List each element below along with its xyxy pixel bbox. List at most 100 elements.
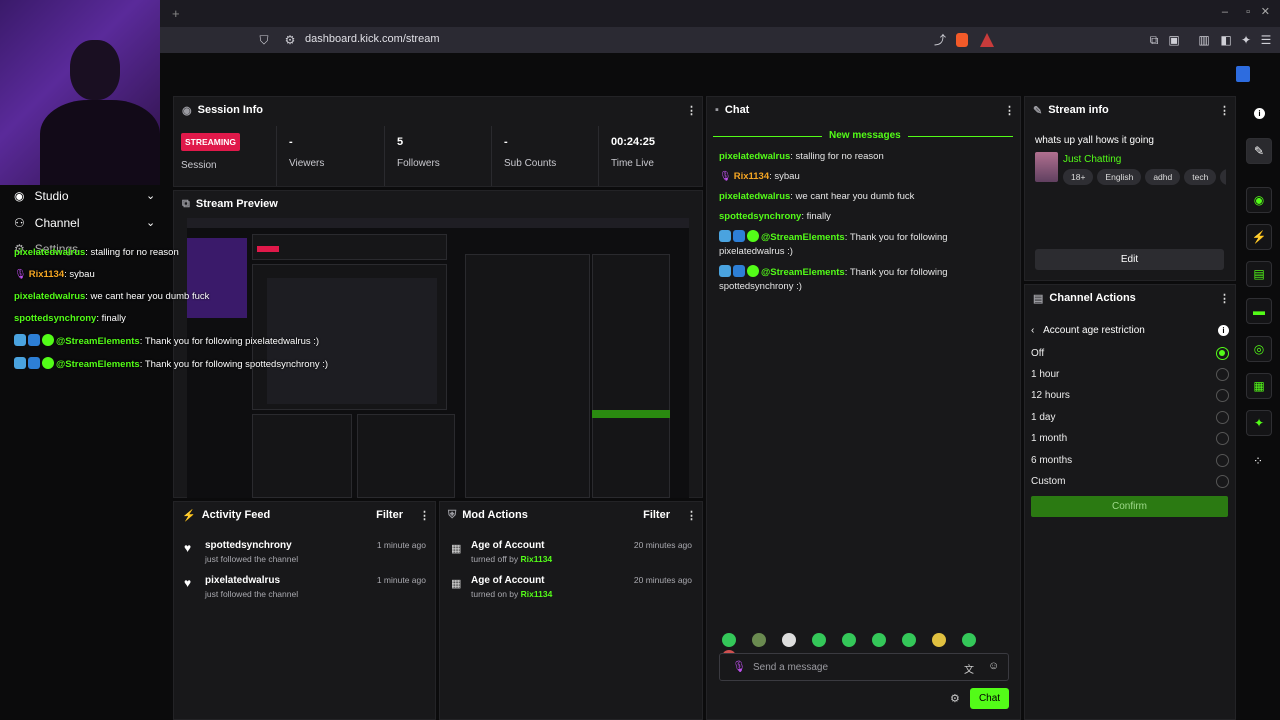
browser-tab-bar: + – ▫ ✕ <box>160 0 1280 27</box>
kick-extension-icon[interactable] <box>1236 66 1250 82</box>
emote-icon[interactable] <box>722 633 736 647</box>
chat-message: @StreamElements: Thank you for following… <box>719 265 948 292</box>
bookmark-icon[interactable]: ⛉ <box>256 31 272 49</box>
emote-icon[interactable] <box>902 633 916 647</box>
category-thumbnail[interactable] <box>1035 152 1058 182</box>
camera-icon: ◉ <box>1253 193 1265 207</box>
overlay-chat-message: spottedsynchrony: finally <box>14 313 126 324</box>
broadcast-icon: ◎ <box>1253 342 1265 356</box>
info-icon: ◉ <box>182 104 192 117</box>
chevron-down-icon[interactable]: ⌄ <box>146 189 155 202</box>
confirm-button[interactable]: Confirm <box>1031 496 1228 517</box>
chat-input-box[interactable]: 🎙 Send a message 文 ☺ <box>719 653 1009 681</box>
channel-menu-item[interactable]: ⚇ Channel <box>14 216 79 230</box>
info-icon[interactable]: i <box>1218 325 1229 336</box>
tag: tech <box>1184 169 1217 185</box>
filter-button[interactable]: Filter <box>643 509 670 521</box>
kebab-icon[interactable]: ⋮ <box>686 104 697 117</box>
time-live-stat: 00:24:25 Time Live <box>598 126 702 186</box>
new-tab-button[interactable]: + <box>172 6 180 21</box>
verified-badge-icon <box>747 230 759 242</box>
kebab-icon[interactable]: ⋮ <box>1219 292 1230 305</box>
close-window-icon[interactable]: ✕ <box>1261 5 1270 18</box>
tools-rail-button[interactable]: ✦ <box>1246 410 1272 436</box>
webcam-person <box>70 40 120 100</box>
edit-rail-button[interactable]: ✎ <box>1246 138 1272 164</box>
sliders-icon: ▤ <box>1033 292 1044 305</box>
radio-option-off[interactable]: Off <box>1031 343 1229 363</box>
radio-option-1-month[interactable]: 1 month <box>1031 428 1229 448</box>
panel-title: Chat <box>724 104 750 116</box>
emote-icon[interactable] <box>752 633 766 647</box>
chat-message: pixelatedwalrus: we cant hear you dumb f… <box>719 191 915 202</box>
filter-button[interactable]: Filter <box>376 509 403 521</box>
subs-stat: - Sub Counts <box>491 126 598 186</box>
heart-icon: ♥ <box>184 576 192 590</box>
apps-icon[interactable]: ⁘ <box>1253 454 1263 468</box>
emoji-icon[interactable]: ☺ <box>988 660 999 672</box>
chat-send-button[interactable]: Chat <box>970 688 1009 709</box>
notes-rail-button[interactable]: ▤ <box>1246 261 1272 287</box>
menu-icon[interactable]: ☰ <box>1258 31 1274 49</box>
radio-option-6-months[interactable]: 6 months <box>1031 450 1229 470</box>
translate-icon[interactable]: 文 <box>964 661 974 676</box>
new-messages-label[interactable]: New messages <box>822 130 908 141</box>
studio-menu-item[interactable]: ◉ Studio <box>14 189 69 203</box>
kebab-icon[interactable]: ⋮ <box>1004 104 1015 117</box>
wallet-icon[interactable]: ◧ <box>1218 31 1234 49</box>
stream-title: whats up yall hows it going <box>1035 135 1154 146</box>
calendar-icon: ▦ <box>451 578 462 590</box>
radio-option-1-day[interactable]: 1 day <box>1031 407 1229 427</box>
site-settings-icon[interactable]: ⚙ <box>282 31 298 49</box>
radio-option-1-hour[interactable]: 1 hour <box>1031 364 1229 384</box>
share-icon[interactable]: ⤴ <box>932 31 948 49</box>
minimize-icon[interactable]: – <box>1222 6 1228 18</box>
tag: com <box>1220 169 1226 185</box>
back-chevron-icon[interactable]: ‹ <box>1031 325 1034 336</box>
mic-badge-icon: 🎙 <box>719 171 732 182</box>
emote-icon[interactable] <box>842 633 856 647</box>
tag: 18+ <box>1063 169 1094 185</box>
kebab-icon[interactable]: ⋮ <box>419 509 430 522</box>
bolt-rail-button[interactable]: ⚡ <box>1246 224 1272 250</box>
radio-option-custom[interactable]: Custom <box>1031 471 1229 491</box>
screenshot-icon[interactable]: ▣ <box>1166 31 1182 49</box>
emote-icon[interactable] <box>782 633 796 647</box>
kebab-icon[interactable]: ⋮ <box>686 509 697 522</box>
sidebar-icon[interactable]: ▥ <box>1196 31 1212 49</box>
radio-option-12-hours[interactable]: 12 hours <box>1031 385 1229 405</box>
emote-bar <box>722 633 1012 664</box>
studio-menu: ◉ Studio ⌄ ⚇ Channel ⌄ ⚙ Settings <box>0 185 170 256</box>
emote-icon[interactable] <box>962 633 976 647</box>
mic-icon[interactable]: 🎙 <box>732 660 746 673</box>
brave-rewards-icon[interactable] <box>980 33 994 47</box>
wrench-icon: ✦ <box>1253 416 1265 430</box>
category-link[interactable]: Just Chatting <box>1063 154 1121 165</box>
kebab-icon[interactable]: ⋮ <box>1219 104 1230 117</box>
radio-selected[interactable] <box>1216 346 1229 360</box>
activity-feed-panel: ⚡ Activity Feed Filter ⋮ <box>173 501 436 720</box>
url-text[interactable]: dashboard.kick.com/stream <box>305 33 440 45</box>
webcam-overlay <box>0 0 160 185</box>
extensions-icon[interactable]: ⧉ <box>1146 31 1162 49</box>
chat-rail-button[interactable]: ▬ <box>1246 298 1272 324</box>
camera-rail-button[interactable]: ◉ <box>1246 187 1272 213</box>
panel-title: Stream info <box>1048 104 1109 116</box>
emote-icon[interactable] <box>812 633 826 647</box>
chat-settings-icon[interactable]: ⚙ <box>950 692 960 705</box>
brave-shield-icon[interactable] <box>956 33 968 47</box>
studio-icon: ◉ <box>14 189 25 203</box>
emote-icon[interactable] <box>872 633 886 647</box>
edit-button[interactable]: Edit <box>1035 249 1224 270</box>
chevron-down-icon[interactable]: ⌄ <box>146 216 155 229</box>
emote-icon[interactable] <box>932 633 946 647</box>
maximize-icon[interactable]: ▫ <box>1246 6 1250 18</box>
layout-rail-button[interactable]: ▦ <box>1246 373 1272 399</box>
info-icon[interactable]: i <box>1254 108 1265 119</box>
calendar-icon: ▦ <box>451 543 462 555</box>
overlay-chat-message: 🎙 Rix1134: sybau <box>14 269 95 280</box>
broadcast-rail-button[interactable]: ◎ <box>1246 336 1272 362</box>
chat-input[interactable]: Send a message <box>753 662 828 673</box>
leo-icon[interactable]: ✦ <box>1238 31 1254 49</box>
list-item: spottedsynchrony just followed the channe… <box>205 540 426 564</box>
